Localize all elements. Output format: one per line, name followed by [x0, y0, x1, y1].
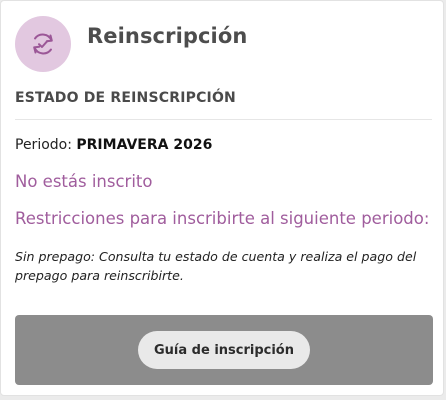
refresh-check-icon-glyph — [33, 33, 53, 55]
period-row: Periodo: PRIMAVERA 2026 — [15, 137, 212, 153]
refresh-check-icon — [15, 16, 71, 72]
status-section-heading: ESTADO DE REINSCRIPCIÓN — [15, 90, 236, 106]
period-label: Periodo: — [15, 137, 77, 153]
reinscription-card: Reinscripción ESTADO DE REINSCRIPCIÓN Pe… — [0, 0, 444, 396]
footer-bar: Guía de inscripción — [15, 315, 433, 385]
period-value: PRIMAVERA 2026 — [76, 137, 213, 153]
enrollment-guide-button[interactable]: Guía de inscripción — [138, 331, 310, 369]
restrictions-heading: Restricciones para inscribirte al siguie… — [15, 209, 430, 228]
page-title: Reinscripción — [87, 24, 248, 48]
card-header: Reinscripción — [15, 16, 247, 72]
section-divider — [15, 119, 432, 120]
restriction-note: Sin prepago: Consulta tu estado de cuent… — [15, 249, 417, 283]
enrollment-status-text: No estás inscrito — [15, 172, 153, 191]
